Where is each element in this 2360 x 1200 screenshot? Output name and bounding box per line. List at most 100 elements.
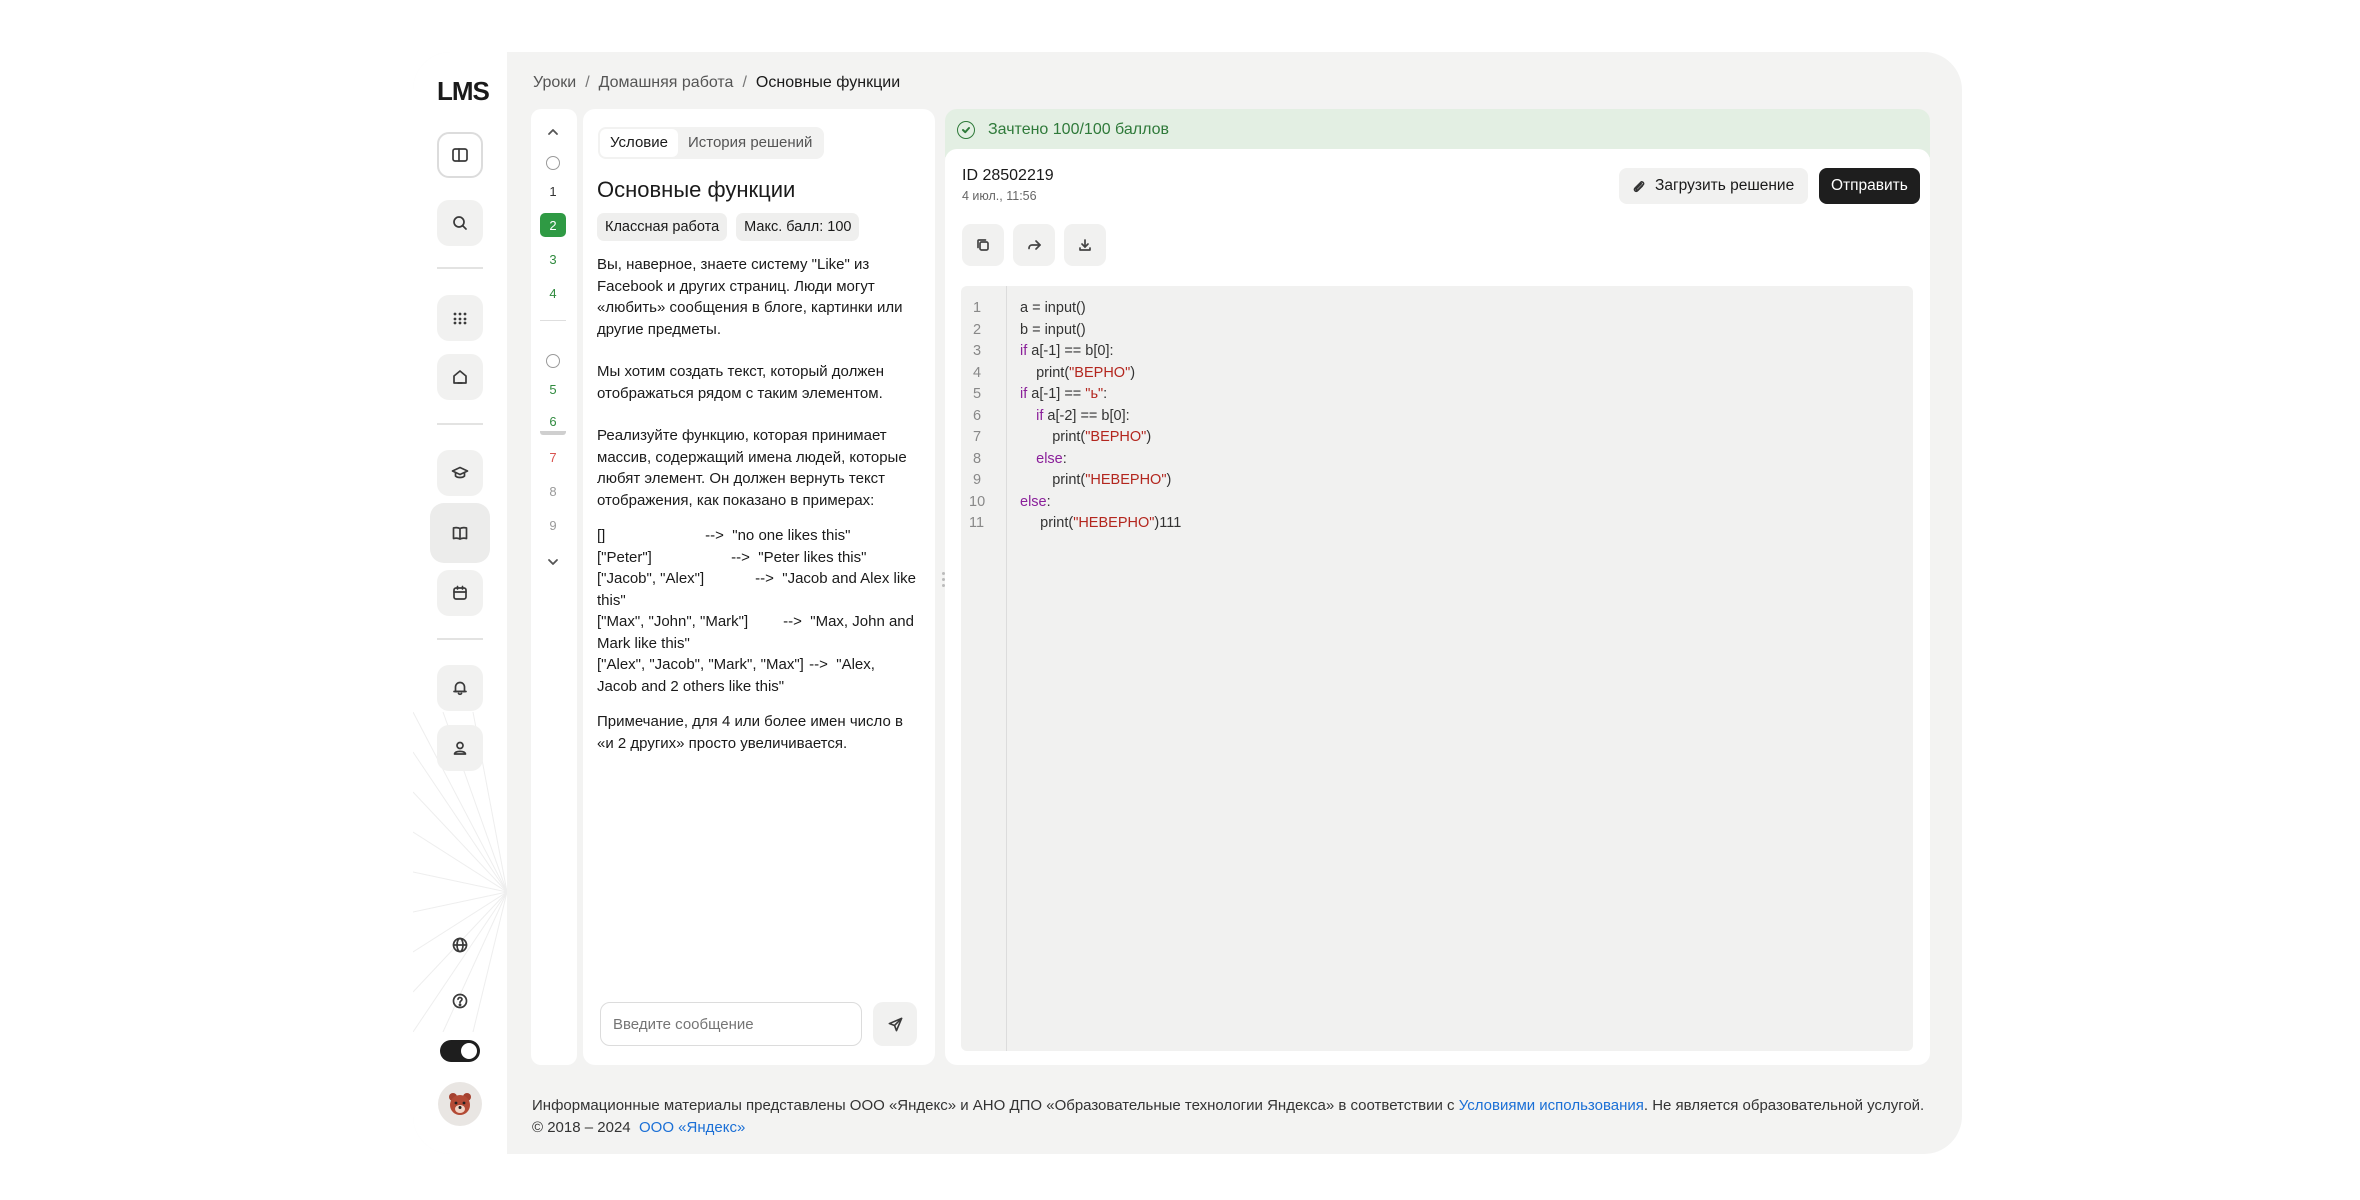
notifications-button[interactable] bbox=[437, 665, 483, 711]
code-line: b = input() bbox=[1020, 322, 1086, 338]
example-output: "no one likes this" bbox=[732, 527, 851, 544]
sidebar-toggle-button[interactable] bbox=[437, 132, 483, 178]
description-note: Примечание, для 4 или более имен число в… bbox=[597, 713, 903, 752]
code-line: if a[-1] == "ь": bbox=[1020, 386, 1108, 402]
calendar-button[interactable] bbox=[437, 570, 483, 616]
profile-button[interactable] bbox=[437, 725, 483, 771]
courses-button[interactable] bbox=[437, 450, 483, 496]
download-icon bbox=[1079, 239, 1091, 251]
lms-logo[interactable]: LMS bbox=[437, 76, 490, 107]
chevron-up-icon bbox=[548, 129, 558, 135]
max-score-chip: Макс. балл: 100 bbox=[736, 213, 860, 241]
example-arrow: --> bbox=[783, 613, 802, 630]
copy-icon bbox=[977, 239, 989, 251]
calendar-icon bbox=[453, 585, 467, 600]
breadcrumb-separator: / bbox=[585, 74, 590, 91]
line-number: 2 bbox=[973, 322, 982, 338]
example-arrow: --> bbox=[809, 656, 828, 673]
task-item-4[interactable]: 4 bbox=[540, 281, 566, 305]
task-item-9[interactable]: 9 bbox=[540, 513, 566, 537]
example-input: ["Jacob", "Alex"] bbox=[597, 570, 705, 587]
home-button[interactable] bbox=[437, 354, 483, 400]
line-number: 5 bbox=[973, 386, 982, 402]
send-icon bbox=[888, 1017, 902, 1031]
solution-panel: ID 28502219 4 июл., 11:56 Загрузить реше… bbox=[945, 149, 1930, 1065]
line-number: 6 bbox=[973, 408, 982, 424]
upload-solution-button[interactable]: Загрузить решение bbox=[1619, 168, 1809, 204]
code-line: print("ВЕРНО") bbox=[1020, 429, 1152, 445]
avatar[interactable] bbox=[438, 1082, 482, 1126]
graduation-cap-icon bbox=[451, 466, 469, 479]
status-text: Зачтено 100/100 баллов bbox=[988, 121, 1169, 138]
language-button[interactable] bbox=[437, 930, 483, 960]
task-item-5[interactable]: 5 bbox=[540, 377, 566, 401]
footer-disclaimer: Информационные материалы представлены ОО… bbox=[532, 1095, 1924, 1117]
line-number: 10 bbox=[969, 494, 986, 510]
line-number: 1 bbox=[973, 300, 982, 316]
examples-list: [] --> "no one likes this" ["Peter"] -->… bbox=[597, 525, 917, 697]
example-row: ["Max", "John", "Mark"] --> "Max, John a… bbox=[597, 611, 917, 654]
description-paragraph: Мы хотим создать текст, который должен о… bbox=[597, 363, 884, 402]
code-line: else: bbox=[1036, 451, 1067, 467]
copy-button[interactable] bbox=[962, 224, 1004, 266]
tab-condition[interactable]: Условие bbox=[600, 129, 678, 157]
theme-toggle[interactable] bbox=[440, 1040, 480, 1062]
breadcrumb-separator: / bbox=[742, 74, 747, 91]
task-list-down-button[interactable] bbox=[543, 552, 563, 572]
example-arrow: --> bbox=[755, 570, 774, 587]
copyright-years: © 2018 – 2024 bbox=[532, 1119, 631, 1136]
share-arrow-icon bbox=[1028, 240, 1041, 250]
example-row: ["Peter"] --> "Peter likes this" bbox=[597, 547, 917, 569]
task-item-1[interactable]: 1 bbox=[540, 179, 566, 203]
example-output: "Peter likes this" bbox=[758, 548, 867, 566]
rail-divider bbox=[437, 423, 483, 425]
breadcrumb-lessons[interactable]: Уроки bbox=[533, 74, 576, 92]
example-arrow: --> bbox=[705, 527, 724, 544]
task-list: 1 2 3 4 5 6 7 8 9 bbox=[531, 109, 577, 1065]
example-row: ["Alex", "Jacob", "Mark", "Max"] --> "Al… bbox=[597, 654, 917, 697]
example-input: ["Peter"] bbox=[597, 548, 652, 566]
example-row: [] --> "no one likes this" bbox=[597, 525, 917, 547]
share-button[interactable] bbox=[1013, 224, 1055, 266]
help-icon bbox=[452, 993, 468, 1009]
breadcrumb-homework[interactable]: Домашняя работа bbox=[599, 74, 734, 92]
lessons-button[interactable] bbox=[430, 503, 490, 563]
search-button[interactable] bbox=[437, 200, 483, 246]
footer-text: . Не является образовательной услугой. bbox=[1643, 1097, 1925, 1114]
message-input[interactable] bbox=[600, 1002, 862, 1046]
footer-copyright: © 2018 – 2024 ООО «Яндекс» bbox=[532, 1117, 1924, 1139]
line-number: 8 bbox=[973, 451, 982, 467]
example-row: ["Jacob", "Alex"] --> "Jacob and Alex li… bbox=[597, 568, 917, 611]
code-editor[interactable]: 1 2 3 4 5 6 7 8 9 10 11 a = input() b = … bbox=[961, 286, 1913, 1051]
apps-button[interactable] bbox=[437, 295, 483, 341]
tab-solution-history[interactable]: История решений bbox=[678, 129, 822, 157]
globe-icon bbox=[452, 937, 468, 953]
help-button[interactable] bbox=[437, 986, 483, 1016]
home-icon bbox=[453, 370, 467, 384]
submit-button[interactable]: Отправить bbox=[1819, 168, 1920, 204]
search-icon bbox=[453, 216, 467, 230]
line-number: 4 bbox=[973, 365, 982, 381]
task-item-3[interactable]: 3 bbox=[540, 247, 566, 271]
task-description: Вы, наверное, знаете систему "Like" из F… bbox=[597, 254, 917, 775]
left-rail: LMS bbox=[413, 52, 507, 1154]
app-frame: LMS Уроки / Домашняя работа / Основные ф… bbox=[413, 52, 1962, 1154]
work-type-chip: Классная работа bbox=[597, 213, 728, 241]
paperclip-icon bbox=[1633, 180, 1645, 192]
code-line: else: bbox=[1020, 494, 1051, 510]
user-icon bbox=[453, 741, 467, 755]
condition-panel: Условие История решений Основные функции… bbox=[583, 109, 935, 1065]
description-paragraph: Реализуйте функцию, которая принимает ма… bbox=[597, 427, 907, 509]
task-group-status bbox=[546, 354, 560, 368]
terms-link[interactable]: Условиями использования bbox=[1459, 1097, 1644, 1114]
task-list-up-button[interactable] bbox=[543, 122, 563, 142]
task-item-8[interactable]: 8 bbox=[540, 479, 566, 503]
line-number: 7 bbox=[973, 429, 982, 445]
download-button[interactable] bbox=[1064, 224, 1106, 266]
task-item-7[interactable]: 7 bbox=[540, 445, 566, 469]
solution-id: ID 28502219 bbox=[962, 167, 1054, 184]
task-item-6[interactable]: 6 bbox=[540, 411, 566, 435]
company-link[interactable]: ООО «Яндекс» bbox=[639, 1119, 745, 1136]
task-item-2[interactable]: 2 bbox=[540, 213, 566, 237]
send-message-button[interactable] bbox=[873, 1002, 917, 1046]
